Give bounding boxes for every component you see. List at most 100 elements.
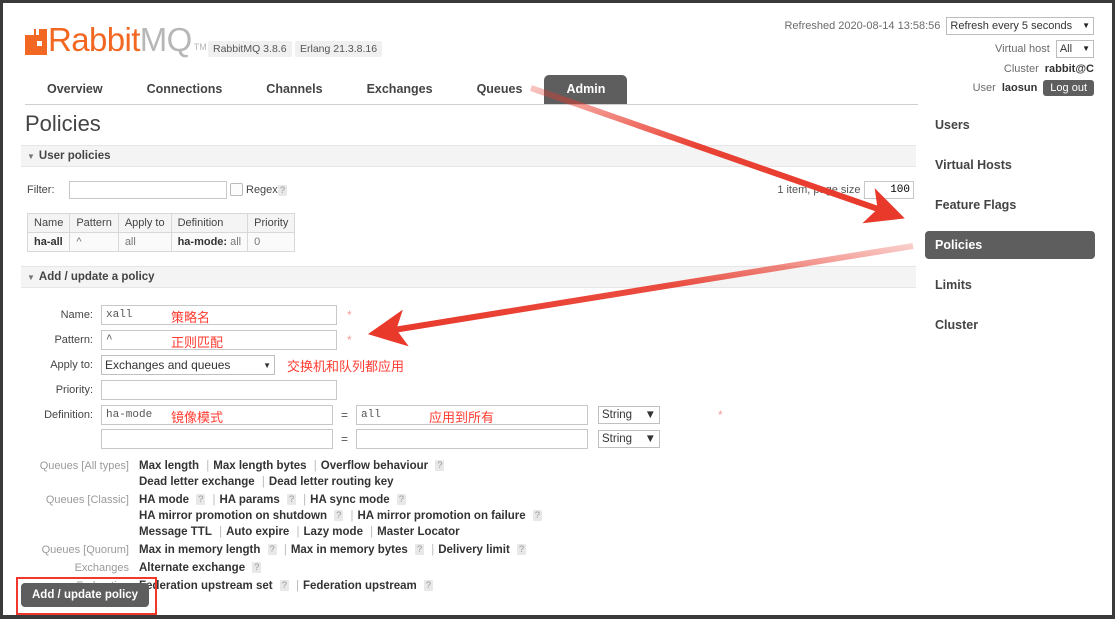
- hint-line: Federation upstream set ? | Federation up…: [139, 578, 433, 594]
- submit-area: Add / update policy: [21, 583, 150, 607]
- logo-text-mq: MQ: [139, 21, 193, 58]
- hint-help-icon[interactable]: ?: [252, 562, 262, 573]
- table-row: ha-all ^ all ha-mode: all 0: [26, 232, 296, 252]
- hint-link[interactable]: Max in memory length: [139, 544, 260, 556]
- hint-line: HA mode ? | HA params ? | HA sync mode ?: [139, 492, 542, 508]
- chevron-down-icon: ▼: [263, 360, 271, 370]
- hint-link[interactable]: HA mode: [139, 494, 189, 506]
- definition-key-input[interactable]: [101, 429, 333, 449]
- definition-type-value: String: [602, 409, 633, 421]
- definition-value-input[interactable]: [356, 405, 589, 425]
- hint-link[interactable]: HA sync mode: [310, 494, 389, 506]
- tab-channels[interactable]: Channels: [244, 75, 344, 104]
- hint-separator: |: [206, 460, 210, 472]
- hint-help-icon[interactable]: ?: [196, 494, 206, 505]
- hint-help-icon[interactable]: ?: [435, 460, 445, 471]
- regex-checkbox[interactable]: [230, 183, 243, 196]
- hint-help-icon[interactable]: ?: [532, 510, 542, 521]
- hint-help-icon[interactable]: ?: [267, 544, 277, 555]
- filter-label: Filter:: [27, 184, 55, 196]
- vhost-select[interactable]: All ▼: [1055, 40, 1094, 58]
- column-header[interactable]: Priority: [247, 213, 296, 233]
- hint-link[interactable]: Federation upstream: [303, 580, 417, 592]
- collapse-triangle-icon: ▼: [27, 273, 35, 282]
- hint-separator: |: [431, 544, 435, 556]
- hint-link[interactable]: Master Locator: [377, 526, 459, 538]
- apply-to-select[interactable]: Exchanges and queues ▼: [101, 355, 275, 375]
- header-status-panel: Refreshed 2020-08-14 13:58:56 Refresh ev…: [674, 17, 1094, 101]
- hint-separator: |: [296, 526, 300, 538]
- hint-link[interactable]: HA params: [219, 494, 279, 506]
- rabbitmq-logo[interactable]: Rabbit MQ TM: [25, 21, 207, 58]
- main-panel: Policies ▼ User policies Filter: Regex ? …: [21, 111, 916, 596]
- page-title: Policies: [25, 111, 101, 136]
- hint-link[interactable]: Federation upstream set: [139, 580, 273, 592]
- hint-help-icon[interactable]: ?: [396, 494, 406, 505]
- policy-pattern-input[interactable]: [101, 330, 337, 350]
- sidebar-item-virtual-hosts[interactable]: Virtual Hosts: [925, 151, 1095, 179]
- admin-sidebar: Users Virtual Hosts Feature Flags Policies L…: [925, 111, 1095, 351]
- definition-type-select[interactable]: String ▼: [598, 406, 661, 424]
- tab-admin[interactable]: Admin: [544, 75, 628, 104]
- hint-group: FederationFederation upstream set ? |Fed…: [21, 578, 916, 594]
- hint-link[interactable]: Overflow behaviour: [321, 460, 428, 472]
- hint-help-icon[interactable]: ?: [415, 544, 424, 555]
- filter-input[interactable]: [69, 181, 227, 199]
- hint-group: Exchanges Alternate exchange ?: [21, 560, 916, 576]
- hint-help-icon[interactable]: ?: [517, 544, 526, 555]
- hint-link[interactable]: Lazy mode: [304, 526, 363, 538]
- hint-link[interactable]: Auto expire: [226, 526, 289, 538]
- page-size-input[interactable]: [864, 181, 914, 199]
- regex-help-icon[interactable]: ?: [278, 185, 287, 196]
- definition-row: = String ▼: [21, 428, 916, 450]
- paging-info: 1 item, page size up to: [777, 181, 914, 199]
- hint-link[interactable]: Dead letter routing key: [269, 476, 394, 488]
- hint-category-label: Queues [All types]: [39, 460, 129, 472]
- section-header-add-update-policy[interactable]: ▼ Add / update a policy: [21, 266, 916, 288]
- tab-overview[interactable]: Overview: [25, 75, 125, 104]
- sidebar-item-users[interactable]: Users: [925, 111, 1095, 139]
- hint-group: Queues [All types] Max length | Max length…: [21, 458, 916, 490]
- definition-key-input[interactable]: [101, 405, 333, 425]
- vhost-value: All: [1059, 43, 1073, 55]
- hint-line: Dead letter exchange | Dead letter routin…: [139, 474, 444, 490]
- column-header[interactable]: Name: [26, 213, 71, 233]
- definition-value-input[interactable]: [356, 429, 589, 449]
- hint-link[interactable]: Dead letter exchange: [139, 476, 255, 488]
- column-header[interactable]: Pattern: [69, 213, 119, 233]
- logout-button[interactable]: Log out: [1043, 80, 1094, 96]
- section-header-user-policies[interactable]: ▼ User policies: [21, 145, 916, 167]
- tab-connections[interactable]: Connections: [125, 75, 245, 104]
- column-header[interactable]: Apply to: [117, 213, 172, 233]
- policies-table: Name Pattern Apply to Definition Priority ha…: [26, 213, 296, 252]
- sidebar-item-limits[interactable]: Limits: [925, 271, 1095, 299]
- refresh-interval-select[interactable]: Refresh every 5 seconds ▼: [946, 17, 1094, 35]
- hint-link[interactable]: HA mirror promotion on failure: [357, 510, 525, 522]
- hint-link[interactable]: Max in memory bytes: [291, 544, 408, 556]
- hint-category-label: Queues [Quorum]: [41, 544, 129, 556]
- hint-help-icon[interactable]: ?: [334, 510, 344, 521]
- cluster-label: Cluster: [1003, 63, 1039, 75]
- sidebar-item-policies[interactable]: Policies: [925, 231, 1095, 259]
- sidebar-item-feature-flags[interactable]: Feature Flags: [925, 191, 1095, 219]
- hint-link[interactable]: Delivery limit: [438, 544, 510, 556]
- policy-priority-input[interactable]: [101, 380, 337, 400]
- definition-type-select[interactable]: String ▼: [598, 430, 661, 448]
- hint-help-icon[interactable]: ?: [286, 494, 296, 505]
- hint-link[interactable]: Max length: [139, 460, 199, 472]
- hint-separator: |: [212, 494, 216, 506]
- hint-help-icon[interactable]: ?: [279, 580, 289, 591]
- rabbit-logo-icon: [25, 28, 47, 55]
- hint-link[interactable]: Alternate exchange: [139, 562, 245, 574]
- policy-name-input[interactable]: [101, 305, 337, 325]
- hint-link[interactable]: Max length bytes: [213, 460, 306, 472]
- tab-exchanges[interactable]: Exchanges: [345, 75, 455, 104]
- hint-link[interactable]: HA mirror promotion on shutdown: [139, 510, 327, 522]
- add-update-policy-button[interactable]: Add / update policy: [21, 583, 150, 607]
- column-header[interactable]: Definition: [170, 213, 249, 233]
- sidebar-item-cluster[interactable]: Cluster: [925, 311, 1095, 339]
- tab-queues[interactable]: Queues: [455, 75, 545, 104]
- form-row-pattern: Pattern: * 正则匹配: [21, 329, 916, 351]
- hint-link[interactable]: Message TTL: [139, 526, 212, 538]
- hint-help-icon[interactable]: ?: [423, 580, 433, 591]
